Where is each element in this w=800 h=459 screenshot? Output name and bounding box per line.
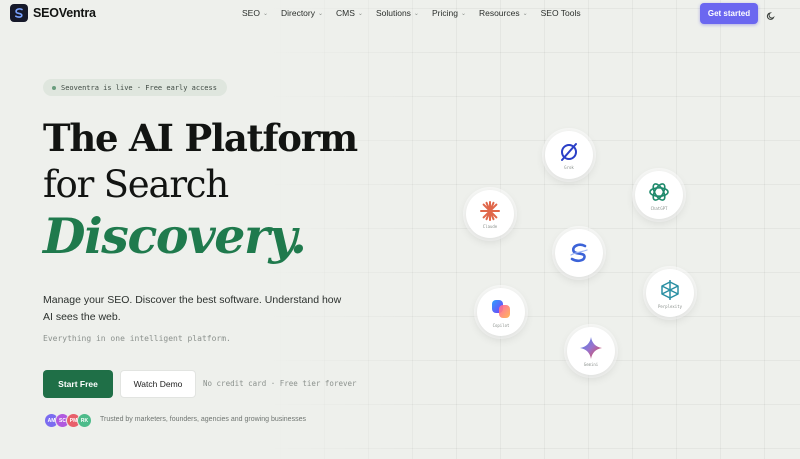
nav-label: SEO Tools — [540, 8, 581, 18]
ai-node-label: Claude — [482, 223, 498, 229]
ai-node-label: Grok — [564, 164, 574, 170]
brand-name: SEOVentra — [33, 6, 96, 20]
main-menu: SEO ⌄ Directory ⌄ CMS ⌄ Solutions ⌄ Pricing ⌄… — [242, 8, 594, 18]
start-free-button[interactable]: Start Free — [43, 370, 113, 398]
avatar: RK — [77, 413, 92, 428]
ai-node-copilot[interactable]: Copilot — [477, 288, 525, 336]
ai-node-claude[interactable]: Claude — [466, 190, 514, 238]
ai-node-label: ChatGPT — [650, 205, 668, 211]
ai-node-grok[interactable]: Grok — [545, 131, 593, 179]
top-nav: SEOVentra SEO ⌄ Directory ⌄ CMS ⌄ Solutions… — [0, 0, 800, 28]
chevron-down-icon: ⌄ — [262, 10, 268, 17]
grok-icon — [558, 141, 580, 163]
chevron-down-icon: ⌄ — [460, 10, 466, 17]
ai-node-label: Perplexity — [657, 303, 683, 309]
hero-description: Manage your SEO. Discover the best softw… — [43, 294, 342, 323]
ai-node-perplexity[interactable]: Perplexity — [646, 269, 694, 317]
nav-label: Solutions — [375, 8, 411, 18]
ai-node-label: Gemini — [583, 361, 599, 367]
logo-icon — [10, 4, 28, 22]
copilot-icon — [489, 297, 513, 321]
ai-node-chatgpt[interactable]: ChatGPT — [635, 171, 683, 219]
ai-node-label: Copilot — [492, 322, 510, 328]
nav-item-seo[interactable]: SEO ⌄ — [242, 8, 268, 18]
ai-node-gemini[interactable]: Gemini — [567, 327, 615, 375]
trusted-text: Trusted by marketers, founders, agencies… — [100, 416, 306, 423]
watch-demo-button[interactable]: Watch Demo — [120, 370, 196, 398]
nav-item-resources[interactable]: Resources ⌄ — [479, 8, 528, 18]
nav-item-solutions[interactable]: Solutions ⌄ — [376, 8, 419, 18]
hero-subtext: Everything in one intelligent platform. — [43, 334, 231, 343]
claude-icon — [479, 200, 501, 222]
badge-text: Seoventra is live · Free early access — [61, 83, 217, 92]
perplexity-icon — [658, 278, 682, 302]
nav-item-cms[interactable]: CMS ⌄ — [336, 8, 363, 18]
chevron-down-icon: ⌄ — [357, 10, 363, 17]
nav-label: Pricing — [431, 8, 458, 18]
get-started-button[interactable]: Get started — [700, 3, 758, 24]
openai-icon — [647, 180, 671, 204]
nav-label: SEO — [242, 8, 260, 18]
nav-label: Resources — [478, 8, 520, 18]
launch-badge: Seoventra is live · Free early access — [43, 79, 227, 96]
nav-item-pricing[interactable]: Pricing ⌄ — [432, 8, 466, 18]
ai-node-seoventra[interactable] — [555, 229, 603, 277]
nav-item-seo-tools[interactable]: SEO Tools — [541, 8, 581, 18]
hero-title-accent: Discovery. — [43, 207, 307, 265]
hero-title-line-1: The AI Platform — [43, 116, 358, 160]
brand-logo[interactable]: SEOVentra — [10, 4, 96, 22]
chevron-down-icon: ⌄ — [413, 10, 419, 17]
nav-item-directory[interactable]: Directory ⌄ — [281, 8, 323, 18]
seoventra-icon — [567, 241, 591, 265]
status-dot-icon — [52, 85, 56, 90]
nav-label: CMS — [336, 8, 355, 18]
chevron-down-icon: ⌄ — [318, 10, 324, 17]
hero-title-line-2: for Search — [43, 163, 229, 206]
chevron-down-icon: ⌄ — [522, 10, 528, 17]
moon-icon[interactable] — [766, 8, 776, 20]
pricing-note: No credit card · Free tier forever — [203, 379, 357, 388]
nav-label: Directory — [280, 8, 315, 18]
gemini-icon — [579, 336, 603, 360]
